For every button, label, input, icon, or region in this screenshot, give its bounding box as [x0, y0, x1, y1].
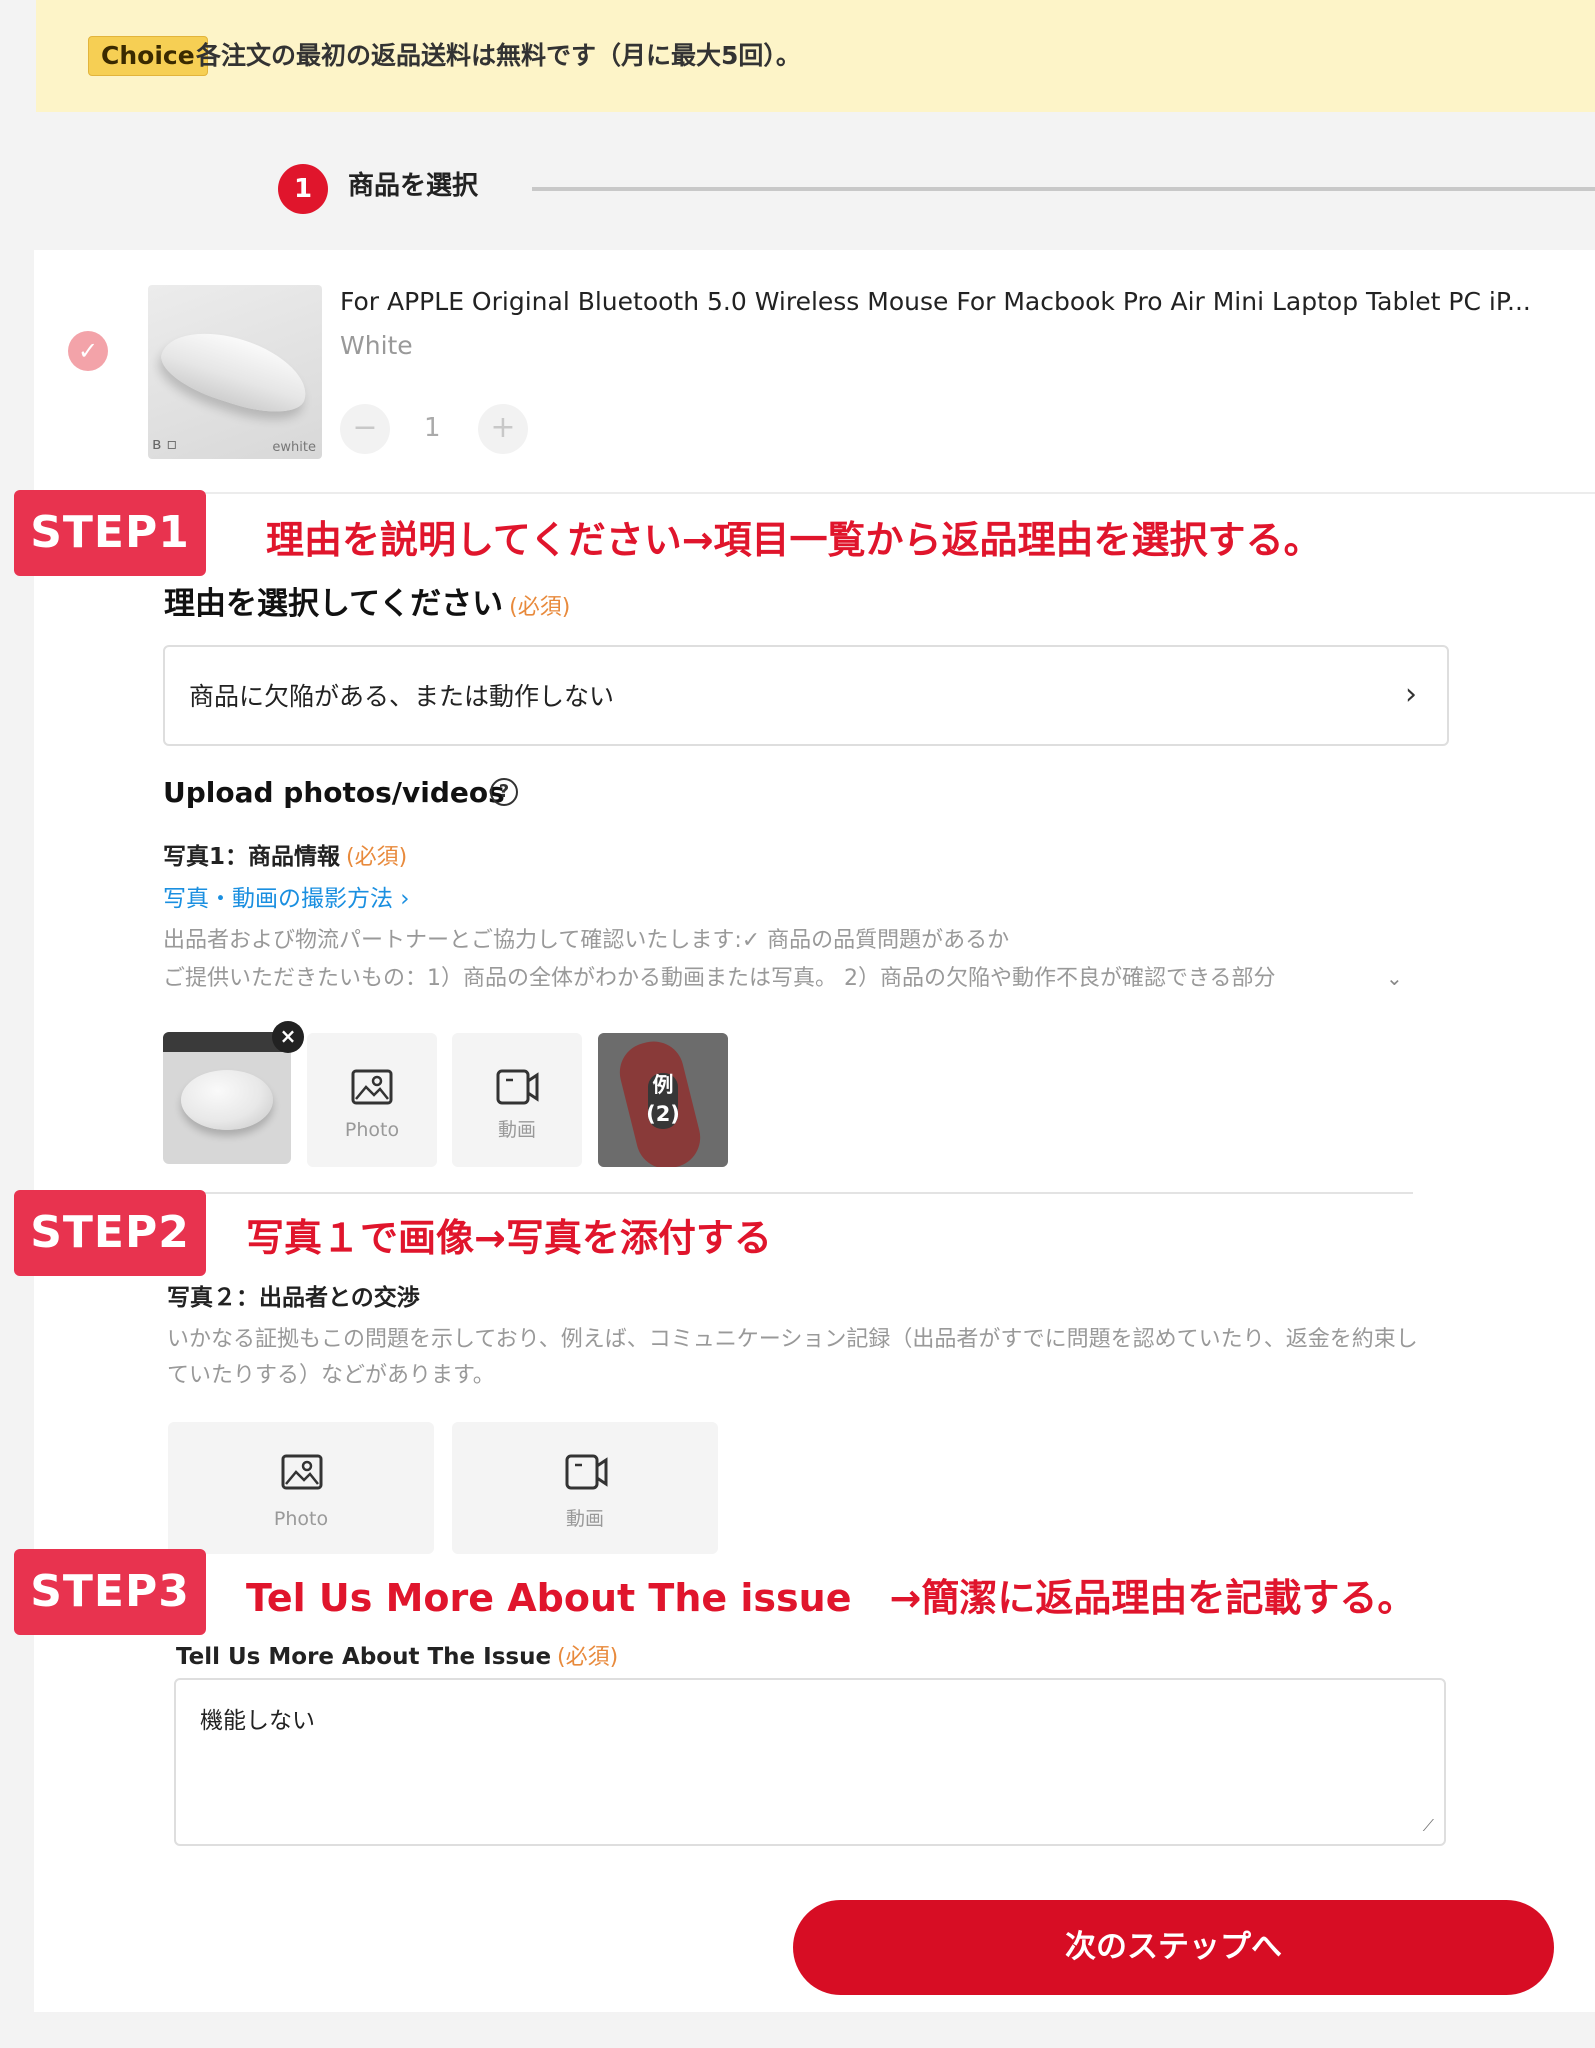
step1-badge: STEP1	[14, 490, 206, 576]
issue-textarea[interactable]: 機能しない ⟋	[174, 1678, 1446, 1846]
resize-grip-icon[interactable]: ⟋	[1423, 1816, 1434, 1836]
chevron-right-icon: ›	[1405, 677, 1417, 712]
progress-step-label: 商品を選択	[348, 171, 479, 201]
photo1-description-line2: ご提供いただきたいもの：1）商品の全体がわかる動画または写真。 2）商品の欠陥や…	[163, 966, 1276, 991]
photo1-heading: 写真1：商品情報 (必須)	[163, 840, 407, 875]
uploaded-mouse-image	[181, 1070, 273, 1130]
step1-annotation: 理由を説明してください→項目一覧から返品理由を選択する。	[266, 518, 1322, 562]
mouse-image	[153, 317, 317, 425]
add-video-button[interactable]: 動画	[452, 1033, 582, 1167]
reason-heading-text: 理由を選択してください	[164, 586, 504, 622]
required-tag: (必須)	[509, 595, 571, 620]
progress-line	[532, 187, 1595, 191]
product-divider	[136, 492, 1595, 494]
remove-photo-button[interactable]: ×	[272, 1021, 304, 1053]
photo2-description: いかなる証拠もこの問題を示しており、例えば、コミュニケーション記録（出品者がすで…	[167, 1327, 1418, 1388]
required-tag: (必須)	[557, 1645, 619, 1670]
bluetooth-icon: ʙ ▫	[152, 434, 178, 453]
step3-badge: STEP3	[14, 1549, 206, 1635]
section-divider	[163, 1192, 1413, 1194]
step2-annotation: 写真１で画像→写真を添付する	[246, 1216, 772, 1260]
photo1-heading-text: 写真1：商品情報	[163, 844, 341, 870]
issue-label: Tell Us More About The Issue (必須)	[176, 1640, 618, 1675]
help-icon[interactable]: ?	[490, 778, 518, 806]
required-tag: (必須)	[346, 845, 408, 870]
issue-label-text: Tell Us More About The Issue	[176, 1644, 552, 1670]
step3-annotation: Tel Us More About The issue →簡潔に返品理由を記載す…	[246, 1576, 1416, 1620]
choice-badge: Choice	[88, 36, 208, 76]
photo1-description-line1: 出品者および物流パートナーとご協力して確認いたします:✓ 商品の品質問題があるか	[163, 928, 1010, 953]
issue-text: 機能しない	[200, 1708, 315, 1734]
product-variant: White	[340, 331, 413, 360]
notice-text: 各注文の最初の返品送料は無料です（月に最大5回）。	[196, 41, 801, 70]
uploaded-photo-thumbnail[interactable]	[163, 1032, 291, 1164]
progress-step-number: 1	[278, 164, 328, 214]
reason-value: 商品に欠陥がある、または動作しない	[189, 682, 615, 711]
image-icon	[281, 1454, 323, 1490]
video-label: 動画	[497, 1119, 536, 1141]
photo-label: Photo	[273, 1508, 329, 1530]
step2-badge: STEP2	[14, 1190, 206, 1276]
quantity-value: 1	[424, 413, 441, 443]
photo2-heading: 写真２：出品者との交渉	[167, 1285, 420, 1311]
product-select-checkbox[interactable]: ✓	[68, 331, 108, 371]
quantity-plus-button[interactable]: +	[478, 404, 528, 454]
next-step-button[interactable]: 次のステップへ	[793, 1900, 1554, 1995]
add-photo-button[interactable]: Photo	[307, 1033, 437, 1167]
reason-heading: 理由を選択してください (必須)	[164, 582, 570, 630]
example-photos-tile[interactable]: 例 (2)	[598, 1033, 728, 1167]
video-icon	[565, 1454, 608, 1490]
video-label: 動画	[565, 1508, 604, 1530]
product-title: For APPLE Original Bluetooth 5.0 Wireles…	[340, 287, 1531, 316]
expand-chevron-icon[interactable]: ⌄	[1386, 966, 1403, 990]
upload-heading: Upload photos/videos	[163, 776, 505, 809]
photo-label: Photo	[344, 1119, 400, 1141]
add-video-button[interactable]: 動画	[452, 1422, 718, 1554]
example-label: 例 (2)	[646, 1073, 680, 1126]
quantity-minus-button[interactable]: −	[340, 404, 390, 454]
reason-select[interactable]: 商品に欠陥がある、または動作しない ›	[163, 645, 1449, 746]
photo-tips-link[interactable]: 写真・動画の撮影方法 ›	[163, 882, 410, 916]
image-icon	[351, 1069, 393, 1105]
thumbnail-caption: ewhite	[272, 440, 316, 455]
add-photo-button[interactable]: Photo	[168, 1422, 434, 1554]
product-thumbnail: ʙ ▫ ewhite	[148, 285, 322, 459]
video-icon	[496, 1069, 539, 1105]
